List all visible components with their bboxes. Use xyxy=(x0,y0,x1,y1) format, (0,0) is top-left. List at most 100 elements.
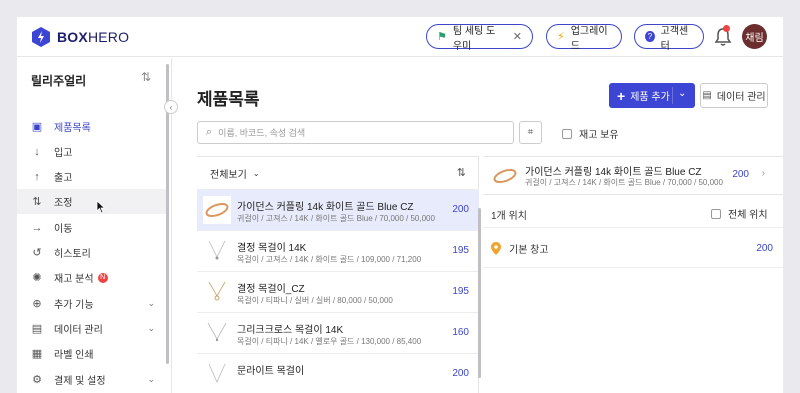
sidebar-item-label: 추가 기능 xyxy=(54,300,94,311)
support-button[interactable]: ? 고객센터 xyxy=(634,24,704,52)
list-header: 전체보기 ⌄ ⇅ xyxy=(197,157,478,189)
all-locations-checkbox[interactable] xyxy=(711,208,721,219)
new-badge: N xyxy=(97,272,108,283)
chevron-down-icon: ⌄ xyxy=(147,298,155,308)
label-icon: ▦ xyxy=(31,348,43,360)
close-icon[interactable]: ✕ xyxy=(513,30,522,43)
divider xyxy=(483,227,783,228)
sidebar-item-adjust[interactable]: ⇅ 조정 xyxy=(17,189,167,214)
product-row[interactable]: 결정 목걸이 14K 목걸이 / 고져스 / 14K / 화이트 골드 / 10… xyxy=(197,230,479,271)
team-setup-button[interactable]: ⚑ 팀 세팅 도우미 ✕ xyxy=(426,24,533,52)
logo[interactable]: BOXHERO xyxy=(31,26,129,48)
sidebar-item-move[interactable]: → 이동 xyxy=(17,215,167,240)
sidebar-item-history[interactable]: ↺ 히스토리 xyxy=(17,240,167,265)
detail-header[interactable]: 가이던스 커플링 14k 화이트 골드 Blue CZ 귀걸이 / 고져스 / … xyxy=(483,157,783,195)
list-scrollbar[interactable] xyxy=(478,208,481,378)
chevron-down-icon[interactable]: ⌄ xyxy=(678,88,686,99)
product-name: 결정 목걸이_CZ xyxy=(237,284,305,295)
arrow-down-icon: ↓ xyxy=(34,145,40,158)
document-icon: ▤ xyxy=(702,90,712,101)
product-row[interactable]: 그리크크로스 목걸이 14K 목걸이 / 티파니 / 14K / 옐로우 골드 … xyxy=(197,312,479,353)
sidebar-item-labels[interactable]: ▦ 라벨 인쇄 xyxy=(17,341,167,366)
plus-circle-icon: ⊕ xyxy=(32,298,42,310)
all-locations-label: 전체 위치 xyxy=(728,210,768,221)
avatar[interactable]: 채림 xyxy=(742,24,767,49)
sidebar-item-stock-out[interactable]: ↑ 출고 xyxy=(17,164,167,189)
gear-icon: ⚙ xyxy=(32,374,42,386)
upgrade-button[interactable]: ⚡ 업그레이드 xyxy=(546,24,622,52)
sidebar-item-label: 조정 xyxy=(54,198,73,209)
necklace-thumbnail xyxy=(208,240,226,260)
necklace-thumbnail xyxy=(208,363,226,383)
chevron-down-icon: ⌄ xyxy=(147,323,155,333)
location-name: 기본 창고 xyxy=(509,245,549,256)
sidebar-item-addons[interactable]: ⊕ 추가 기능 ⌄ xyxy=(17,291,167,316)
necklace-thumbnail xyxy=(207,322,227,342)
product-name: 문라이트 목걸이 xyxy=(237,366,305,377)
chevron-down-icon: ⌄ xyxy=(147,374,155,384)
product-quantity: 200 xyxy=(452,204,469,215)
product-row[interactable]: 결정 목걸이_CZ 목걸이 / 티파니 / 실버 / 실버 / 80,000 /… xyxy=(197,271,479,312)
sidebar-item-settings[interactable]: ⚙ 결제 및 설정 ⌄ xyxy=(17,367,167,392)
sidebar-item-analytics[interactable]: ✺ 재고 분석 N xyxy=(17,265,167,290)
stock-filter-checkbox[interactable] xyxy=(562,128,572,139)
support-label: 고객센터 xyxy=(660,25,689,52)
data-manage-label: 데이터 관리 xyxy=(716,92,766,103)
add-product-label: 제품 추가 xyxy=(630,92,670,103)
scan-button[interactable]: ⌗ xyxy=(519,121,542,144)
ring-thumbnail xyxy=(493,168,517,184)
sidebar-item-label: 재고 분석 xyxy=(54,274,94,285)
product-row[interactable]: 가이던스 커플링 14k 화이트 골드 Blue CZ 귀걸이 / 고져스 / … xyxy=(197,189,479,230)
app-window: BOXHERO ⚑ 팀 세팅 도우미 ✕ ⚡ 업그레이드 ? 고객센터 채림 릴… xyxy=(17,17,783,393)
sidebar-item-products[interactable]: ▣ 제품목록 xyxy=(17,114,167,139)
location-count: 1개 위치 xyxy=(491,211,527,222)
sidebar-item-label: 입고 xyxy=(54,148,73,159)
sidebar-item-stock-in[interactable]: ↓ 입고 xyxy=(17,139,167,164)
chevron-down-icon[interactable]: ⌄ xyxy=(253,169,260,178)
mouse-cursor-icon xyxy=(96,200,106,214)
search-box[interactable]: ⌕ xyxy=(197,121,514,144)
product-meta: 목걸이 / 고져스 / 14K / 화이트 골드 / 109,000 / 71,… xyxy=(237,255,422,264)
box-icon: ▣ xyxy=(31,121,43,133)
ring-thumbnail xyxy=(203,196,231,224)
sort-icon[interactable]: ⇅ xyxy=(457,166,466,179)
location-pin-icon xyxy=(491,242,501,255)
location-row[interactable]: 기본 창고 200 xyxy=(491,241,773,256)
page-title: 제품목록 xyxy=(197,90,260,109)
product-quantity: 195 xyxy=(452,286,469,297)
product-name: 결정 목걸이 14K xyxy=(237,243,307,254)
notification-badge xyxy=(723,25,730,32)
product-meta: 목걸이 / 티파니 / 14K / 옐로우 골드 / 130,000 / 85,… xyxy=(237,337,422,346)
add-product-button[interactable]: + 제품 추가 ⌄ xyxy=(609,83,695,108)
search-input[interactable] xyxy=(218,127,499,138)
necklace-thumbnail xyxy=(208,281,226,301)
product-row[interactable]: 문라이트 목걸이 200 xyxy=(197,353,479,393)
sort-icon[interactable]: ⇅ xyxy=(141,70,151,84)
arrow-up-icon: ↑ xyxy=(34,170,40,183)
product-meta: 귀걸이 / 고져스 / 14K / 화이트 골드 Blue / 70,000 /… xyxy=(237,214,435,223)
data-manage-button[interactable]: ▤ 데이터 관리 xyxy=(700,83,768,108)
product-meta: 목걸이 / 티파니 / 실버 / 실버 / 80,000 / 50,000 xyxy=(237,296,393,305)
sidebar-item-data[interactable]: ▤ 데이터 관리 ⌄ xyxy=(17,316,167,341)
all-locations-toggle[interactable]: 전체 위치 xyxy=(711,206,768,221)
stock-filter[interactable]: 재고 보유 xyxy=(562,126,619,141)
product-list: 전체보기 ⌄ ⇅ 가이던스 커플링 14k 화이트 골드 Blue CZ 귀걸이… xyxy=(197,156,479,393)
divider xyxy=(483,267,783,268)
search-icon: ⌕ xyxy=(206,126,213,138)
sidebar-item-label: 히스토리 xyxy=(54,249,91,260)
view-filter-dropdown[interactable]: 전체보기 xyxy=(210,166,247,181)
product-quantity: 160 xyxy=(452,327,469,338)
top-header: BOXHERO ⚑ 팀 세팅 도우미 ✕ ⚡ 업그레이드 ? 고객센터 채림 xyxy=(17,17,783,57)
workspace-name[interactable]: 릴리주얼리 xyxy=(31,72,86,89)
lightning-icon: ⚡ xyxy=(557,31,565,43)
analytics-icon: ✺ xyxy=(32,272,42,284)
product-name: 그리크크로스 목걸이 14K xyxy=(237,325,344,336)
team-setup-label: 팀 세팅 도우미 xyxy=(452,25,496,52)
sidebar-item-label: 데이터 관리 xyxy=(54,325,103,336)
plus-icon: + xyxy=(617,87,626,104)
chevron-right-icon[interactable]: › xyxy=(762,168,765,179)
detail-product-name: 가이던스 커플링 14k 화이트 골드 Blue CZ xyxy=(525,167,702,178)
sidebar-item-label: 출고 xyxy=(54,173,73,184)
sidebar-item-label: 라벨 인쇄 xyxy=(54,350,94,361)
upgrade-label: 업그레이드 xyxy=(570,25,608,52)
